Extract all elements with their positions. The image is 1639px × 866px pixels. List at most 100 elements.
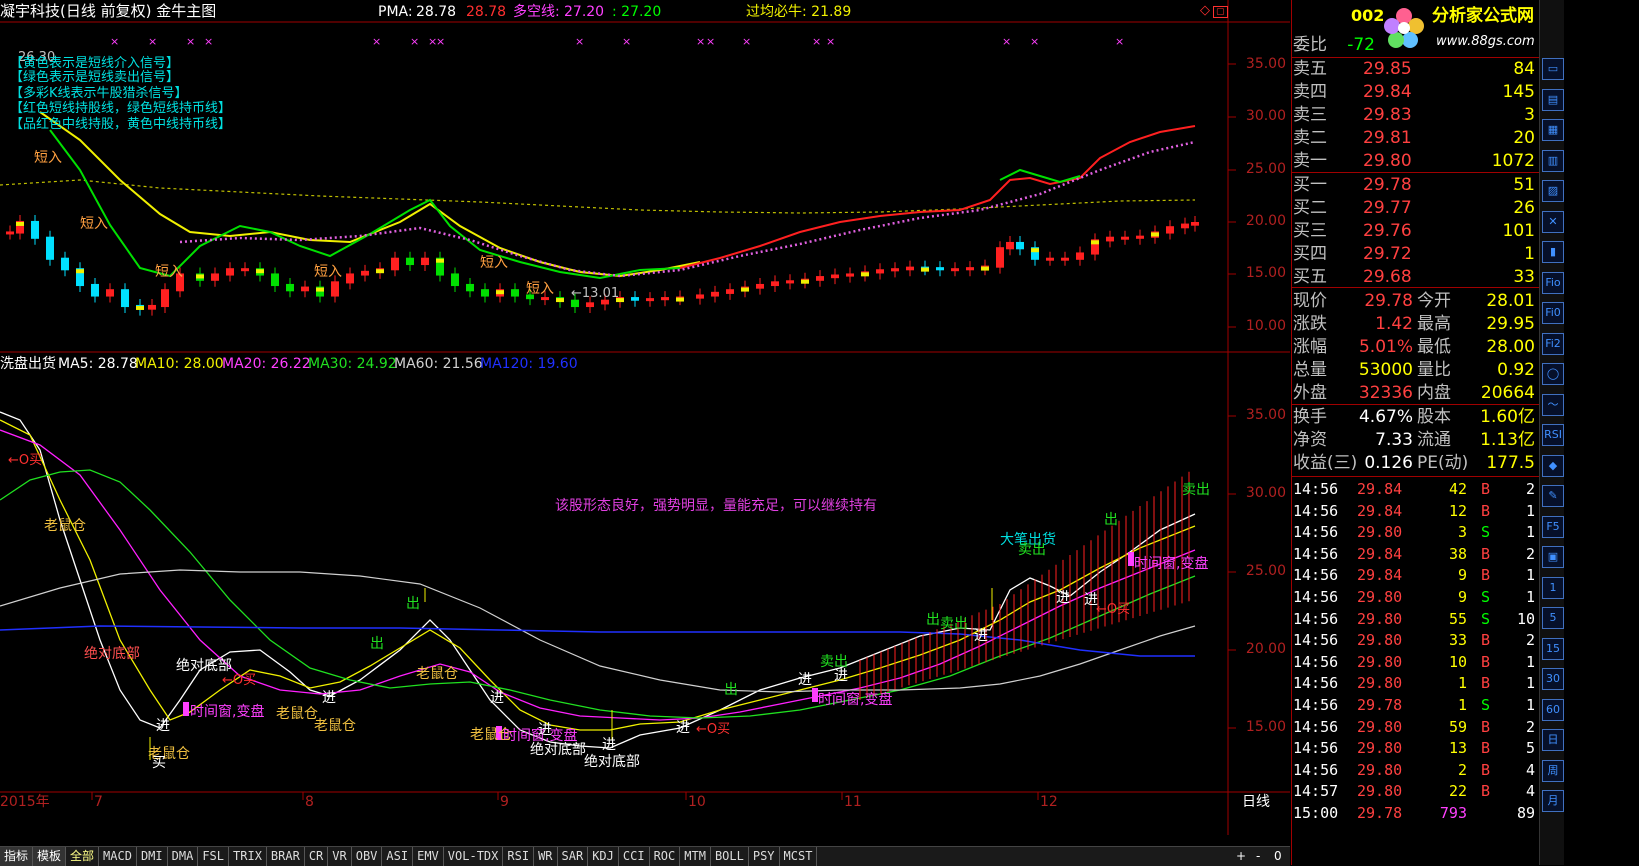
tool-button[interactable]: 15	[1542, 637, 1564, 660]
dkx-label: 多空线:	[513, 4, 560, 20]
candle-highlight	[136, 305, 144, 310]
tab-fsl[interactable]: FSL	[198, 847, 230, 866]
tool-button[interactable]: ▭	[1542, 58, 1564, 80]
tool-button[interactable]: ▮	[1542, 241, 1564, 263]
tab-rsi[interactable]: RSI	[503, 847, 535, 866]
tab-mcst[interactable]: MCST	[780, 847, 818, 866]
signal-x-mark: ×	[1115, 35, 1124, 48]
tab-cr[interactable]: CR	[305, 847, 329, 866]
tab-指标[interactable]: 指标	[0, 847, 34, 866]
tool-button[interactable]: ▣	[1542, 546, 1564, 568]
tab-cci[interactable]: CCI	[619, 847, 650, 866]
candle-body	[346, 273, 354, 284]
x-axis-label: 2015年	[0, 794, 50, 810]
signal-label: 进	[1056, 590, 1070, 606]
buy-row[interactable]: 买五 29.68 33	[1291, 266, 1539, 288]
tab-kdj[interactable]: KDJ	[588, 847, 619, 866]
tool-button[interactable]: 5	[1542, 607, 1564, 629]
candle-body	[831, 274, 839, 279]
tool-button[interactable]: 30	[1542, 668, 1564, 690]
tool-button[interactable]: ✕	[1542, 210, 1564, 233]
tab-psy[interactable]: PSY	[749, 847, 780, 866]
sell-row[interactable]: 卖一 29.80 1072	[1291, 150, 1539, 172]
signal-label: 出	[370, 636, 384, 652]
y-axis-label: 20.00	[1245, 213, 1286, 229]
tool-button[interactable]: 日	[1542, 729, 1564, 751]
tool-button[interactable]: ▥	[1542, 149, 1564, 172]
tab-boll[interactable]: BOLL	[711, 847, 749, 866]
tab-wr[interactable]: WR	[534, 847, 558, 866]
tab-vr[interactable]: VR	[328, 847, 352, 866]
tab-emv[interactable]: EMV	[413, 847, 444, 866]
buy-row[interactable]: 买三 29.76 101	[1291, 220, 1539, 242]
candle-highlight	[196, 274, 204, 279]
tool-button[interactable]: ◆	[1542, 454, 1564, 477]
tool-button[interactable]: 1	[1542, 576, 1564, 599]
ma10-value: MA10: 28.00	[135, 356, 224, 372]
sell-row[interactable]: 卖五 29.85 84	[1291, 58, 1539, 80]
tool-button[interactable]: ✎	[1542, 485, 1564, 507]
tool-button[interactable]: ◯	[1542, 363, 1564, 385]
candle-body	[391, 257, 399, 271]
candle-highlight	[76, 269, 84, 274]
tab-mtm[interactable]: MTM	[680, 847, 711, 866]
candle-body	[1016, 241, 1024, 250]
signal-label: 时间窗,变盘	[818, 692, 893, 708]
tool-button[interactable]: Fio	[1542, 271, 1564, 294]
tool-button[interactable]: 60	[1542, 698, 1564, 721]
tool-button[interactable]: RSI	[1542, 424, 1564, 446]
buy-row[interactable]: 买四 29.72 1	[1291, 243, 1539, 265]
tab-dmi[interactable]: DMI	[137, 847, 168, 866]
tab-roc[interactable]: ROC	[650, 847, 681, 866]
tool-button[interactable]: F5	[1542, 515, 1564, 538]
candle-body	[646, 298, 654, 302]
sell-row[interactable]: 卖四 29.84 145	[1291, 81, 1539, 103]
tool-button[interactable]: Fi0	[1542, 302, 1564, 324]
ma60-value: MA60: 21.56	[394, 356, 483, 372]
tick-row: 14:56 29.80 9 S 1	[1293, 588, 1535, 606]
candle-body	[1076, 252, 1084, 260]
signal-label: 绝对底部	[584, 754, 640, 770]
candle-body	[106, 289, 114, 297]
candle-body	[876, 269, 884, 274]
tab-brar[interactable]: BRAR	[267, 847, 305, 866]
tab-vol-tdx[interactable]: VOL-TDX	[444, 847, 504, 866]
stat-row: 涨跌 1.42 最高 29.95	[1293, 314, 1535, 334]
candle-body	[211, 273, 219, 281]
tab-模板[interactable]: 模板	[33, 847, 67, 866]
tab-asi[interactable]: ASI	[382, 847, 414, 866]
tab-trix[interactable]: TRIX	[229, 847, 267, 866]
sell-row[interactable]: 卖二 29.81 20	[1291, 127, 1539, 149]
tool-button[interactable]: 月	[1542, 790, 1564, 812]
tab-obv[interactable]: OBV	[352, 847, 383, 866]
zoom-in-button[interactable]: +	[1236, 848, 1246, 864]
tool-button[interactable]: 周	[1542, 759, 1564, 782]
tab-dma[interactable]: DMA	[168, 847, 199, 866]
sell-row[interactable]: 卖三 29.83 3	[1291, 104, 1539, 126]
period-label[interactable]: 日线	[1242, 794, 1270, 810]
candle-body	[91, 283, 99, 297]
reset-button[interactable]: 0	[1274, 848, 1282, 864]
signal-x-mark: ×	[204, 35, 213, 48]
indicator-name[interactable]: 洗盘出货	[0, 356, 56, 372]
quote-panel: 002 委比 -72 卖五 29.85 84 卖四 29.84 145 卖三 29.83 3 卖二…	[1291, 0, 1539, 865]
zoom-out-button[interactable]: -	[1256, 848, 1260, 864]
tool-button[interactable]: Fi2	[1542, 332, 1564, 355]
window-restore-icon[interactable]: ◇ ▢	[1200, 3, 1228, 20]
tool-button[interactable]: ▤	[1542, 88, 1564, 111]
candle-highlight	[496, 290, 504, 295]
tool-button[interactable]: ▦	[1542, 119, 1564, 141]
tool-button[interactable]: ▨	[1542, 180, 1564, 202]
tab-全部[interactable]: 全部	[66, 847, 100, 866]
candle-highlight	[861, 272, 869, 277]
buy-row[interactable]: 买二 29.77 26	[1291, 197, 1539, 219]
ma20-value: MA20: 26.22	[222, 356, 311, 372]
signal-label: 出	[724, 682, 738, 698]
tool-button[interactable]: 〜	[1542, 393, 1564, 416]
y-axis-label: 15.00	[1245, 265, 1286, 281]
signal-label: 买	[152, 755, 166, 771]
tab-sar[interactable]: SAR	[558, 847, 589, 866]
indicator-tab-bar: 指标 模板 全部 MACD DMI DMA FSL TRIX BRAR CR VR OBV ASI EMV…	[0, 846, 1290, 866]
tab-macd[interactable]: MACD	[99, 847, 137, 866]
buy-row[interactable]: 买一 29.78 51	[1291, 174, 1539, 196]
